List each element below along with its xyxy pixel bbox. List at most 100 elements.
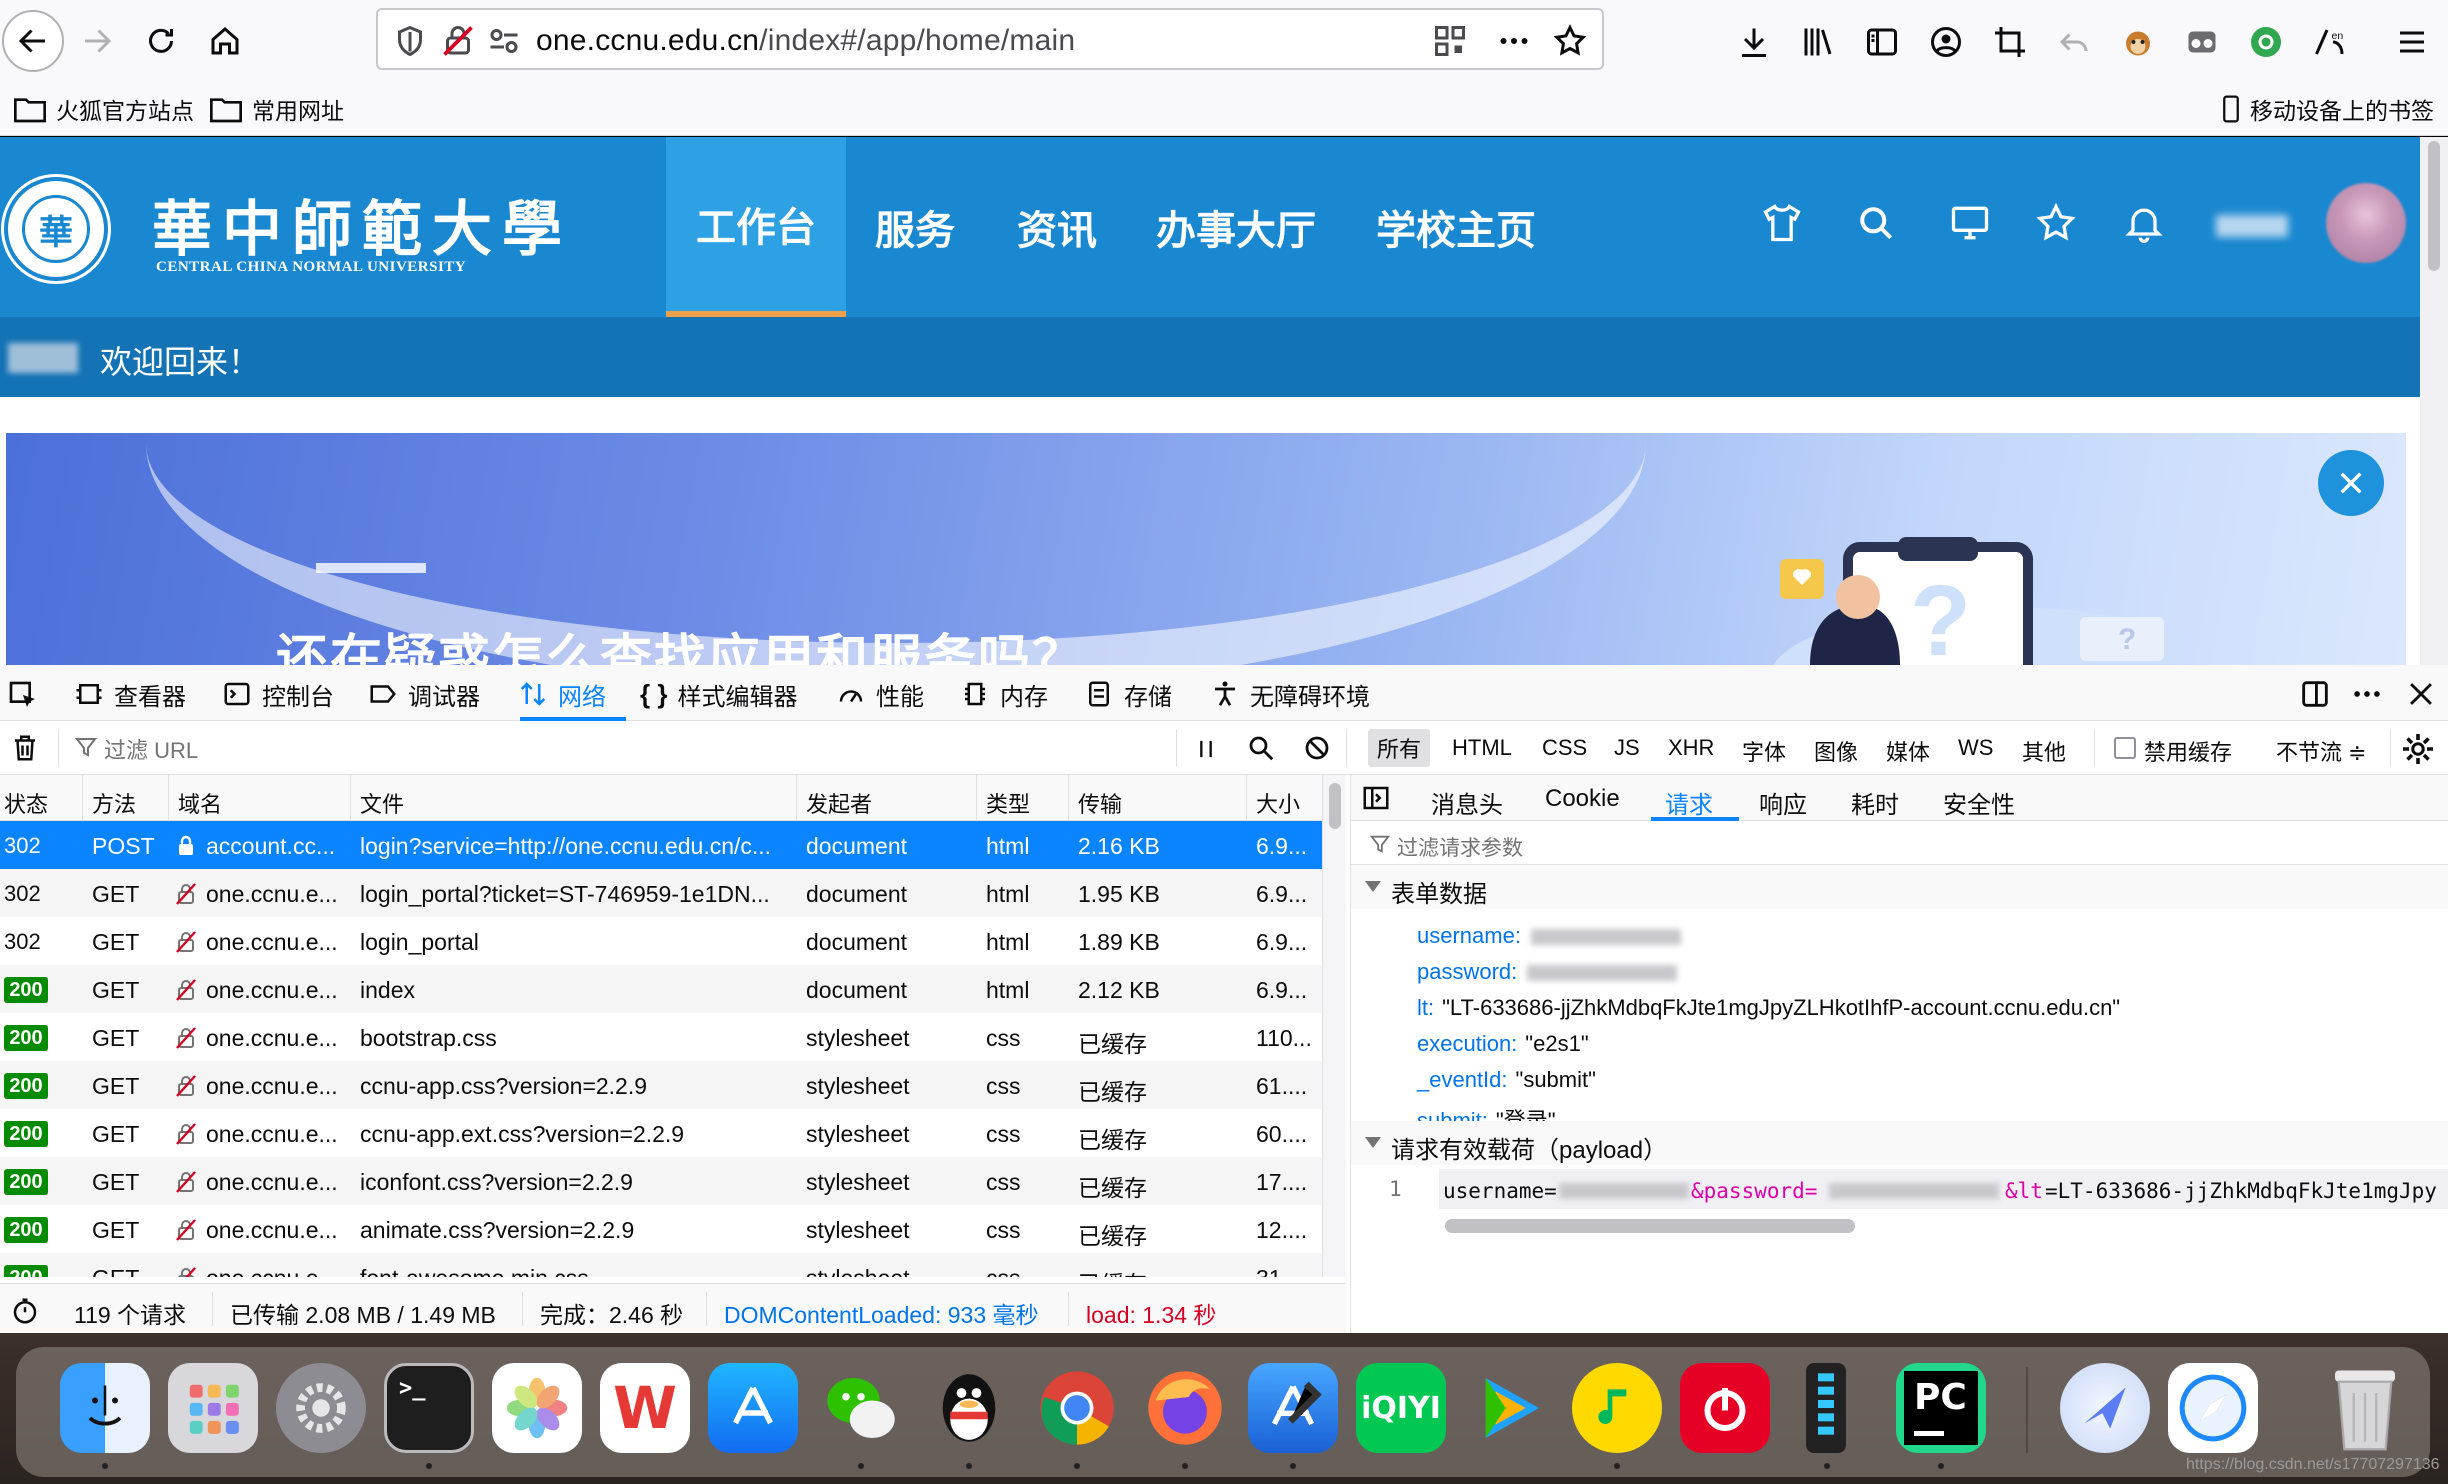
request-row[interactable]: 302 POST account.cc... login?service=http:/… <box>0 821 1322 869</box>
form-field[interactable]: username: <box>1417 923 1681 949</box>
undo-button[interactable] <box>2054 22 2094 62</box>
payload-horizontal-scrollbar[interactable] <box>1445 1219 1855 1233</box>
param-filter-input[interactable]: 过滤请求参数 <box>1351 821 2448 865</box>
forward-button[interactable] <box>66 10 128 72</box>
xcode-app-icon[interactable] <box>1248 1363 1338 1453</box>
request-row[interactable]: 200 GET one.ccnu.e... iconfont.css?version=… <box>0 1157 1322 1205</box>
nav-news[interactable]: 资讯 <box>1002 137 1112 317</box>
university-seal-logo[interactable]: 華 <box>4 177 108 281</box>
firefox-app-icon[interactable] <box>1140 1363 1230 1453</box>
payload-section-header[interactable]: 请求有效载荷（payload） <box>1351 1121 2448 1165</box>
tencent-video-app-icon[interactable] <box>1464 1363 1554 1453</box>
tab-network[interactable]: 网络 <box>518 675 606 713</box>
filter-fonts[interactable]: 字体 <box>1742 735 1786 767</box>
launchpad-app-icon[interactable] <box>168 1363 258 1453</box>
tab-request[interactable]: 请求 <box>1665 785 1713 820</box>
disable-cache-checkbox[interactable] <box>2114 737 2136 759</box>
tab-headers[interactable]: 消息头 <box>1431 785 1503 820</box>
notification-bell-icon[interactable] <box>2122 201 2166 245</box>
form-data-section-header[interactable]: 表单数据 <box>1351 865 2448 909</box>
request-row[interactable]: 200 GET one.ccnu.e... ccnu-app.ext.css?vers… <box>0 1109 1322 1157</box>
request-row[interactable]: 200 GET one.ccnu.e... ccnu-app.css?version=… <box>0 1061 1322 1109</box>
translate-button[interactable]: en <box>2310 22 2350 62</box>
col-method[interactable]: 方法 <box>92 787 136 819</box>
filter-js[interactable]: JS <box>1614 735 1640 761</box>
close-devtools-icon[interactable] <box>2404 677 2438 711</box>
filter-ws[interactable]: WS <box>1958 735 1993 761</box>
monitor-icon[interactable] <box>1948 201 1992 245</box>
activity-monitor-app-icon[interactable] <box>1806 1363 1846 1453</box>
tab-inspector[interactable]: 查看器 <box>74 675 186 713</box>
library-button[interactable] <box>1798 22 1838 62</box>
tshirt-skin-icon[interactable] <box>1760 201 1804 245</box>
feishu-app-icon[interactable] <box>2060 1363 2150 1453</box>
form-field[interactable]: password: <box>1417 959 1678 985</box>
block-icon[interactable] <box>1302 733 1332 763</box>
system-preferences-app-icon[interactable] <box>276 1363 366 1453</box>
tab-cookies[interactable]: Cookie <box>1545 785 1620 813</box>
wechat-app-icon[interactable] <box>816 1363 906 1453</box>
url-text[interactable]: one.ccnu.edu.cn/index#/app/home/main <box>536 24 1075 58</box>
trash-app-icon[interactable] <box>2320 1363 2410 1453</box>
tab-memory[interactable]: 内存 <box>960 675 1048 713</box>
toggle-panel-icon[interactable] <box>1361 783 1391 813</box>
iqiyi-app-icon[interactable]: iQIYI <box>1356 1363 1446 1453</box>
request-row[interactable]: 302 GET one.ccnu.e... login_portal document h… <box>0 917 1322 965</box>
col-initiator[interactable]: 发起者 <box>806 787 872 819</box>
tab-response[interactable]: 响应 <box>1759 785 1807 820</box>
insecure-lock-icon[interactable] <box>440 23 476 59</box>
request-row[interactable]: 200 GET one.ccnu.e... font-awesome.min.css s… <box>0 1253 1322 1277</box>
search-icon[interactable] <box>1246 733 1276 763</box>
qr-code-icon[interactable] <box>1432 23 1468 59</box>
favorite-star-icon[interactable] <box>2034 201 2078 245</box>
tab-security[interactable]: 安全性 <box>1943 785 2015 820</box>
filter-media[interactable]: 媒体 <box>1886 735 1930 767</box>
sidebar-button[interactable] <box>1862 22 1902 62</box>
qq-app-icon[interactable] <box>924 1363 1014 1453</box>
throttle-select[interactable]: 不节流 ≑ <box>2276 735 2367 767</box>
col-type[interactable]: 类型 <box>986 787 1030 819</box>
avatar[interactable] <box>2326 183 2406 263</box>
app-store-app-icon[interactable] <box>708 1363 798 1453</box>
col-transfer[interactable]: 传输 <box>1078 787 1122 819</box>
filter-html[interactable]: HTML <box>1452 735 1512 761</box>
netease-music-app-icon[interactable] <box>1680 1363 1770 1453</box>
url-bar[interactable]: one.ccnu.edu.cn/index#/app/home/main <box>376 8 1604 70</box>
col-file[interactable]: 文件 <box>360 787 404 819</box>
stopwatch-icon[interactable] <box>10 1296 40 1326</box>
banner-close-button[interactable] <box>2318 450 2384 516</box>
reload-button[interactable] <box>130 10 192 72</box>
username-blurred[interactable] <box>2216 215 2288 237</box>
request-row[interactable]: 200 GET one.ccnu.e... animate.css?version=2… <box>0 1205 1322 1253</box>
request-table-scrollbar[interactable] <box>1322 775 1346 1277</box>
screenshot-button[interactable] <box>1990 22 2030 62</box>
back-button[interactable] <box>2 10 64 72</box>
pycharm-app-icon[interactable]: PC <box>1896 1363 1986 1453</box>
chrome-app-icon[interactable] <box>1032 1363 1122 1453</box>
nav-services[interactable]: 服务 <box>860 137 970 317</box>
request-row[interactable]: 200 GET one.ccnu.e... bootstrap.css styleshe… <box>0 1013 1322 1061</box>
more-actions-icon[interactable] <box>1496 23 1532 59</box>
tab-console[interactable]: 控制台 <box>222 675 334 713</box>
settings-gear-icon[interactable] <box>2400 731 2436 767</box>
col-domain[interactable]: 域名 <box>178 787 222 819</box>
tab-style-editor[interactable]: { } 样式编辑器 <box>640 675 797 713</box>
col-status[interactable]: 状态 <box>4 787 48 819</box>
home-button[interactable] <box>194 10 256 72</box>
terminal-app-icon[interactable]: >_ <box>384 1363 474 1453</box>
form-field[interactable]: _eventId: "submit" <box>1417 1067 1596 1093</box>
trash-icon[interactable] <box>10 733 40 763</box>
col-size[interactable]: 大小 <box>1256 787 1300 819</box>
form-field[interactable]: execution: "e2s1" <box>1417 1031 1589 1057</box>
filter-images[interactable]: 图像 <box>1814 735 1858 767</box>
permissions-icon[interactable] <box>486 23 522 59</box>
bookmark-folder-common[interactable]: 常用网址 <box>210 92 344 126</box>
safari-app-icon[interactable] <box>2168 1363 2258 1453</box>
tab-accessibility[interactable]: 无障碍环境 <box>1210 675 1370 713</box>
form-field[interactable]: lt: "LT-633686-jjZhkMdbqFkJte1mgJpyZLHkot… <box>1417 995 2120 1021</box>
mobile-bookmarks[interactable]: 移动设备上的书签 <box>2222 92 2434 126</box>
tab-timings[interactable]: 耗时 <box>1851 785 1899 820</box>
filter-css[interactable]: CSS <box>1542 735 1587 761</box>
filter-url-input[interactable]: 过滤 URL <box>104 733 198 765</box>
bookmark-star-icon[interactable] <box>1552 23 1588 59</box>
